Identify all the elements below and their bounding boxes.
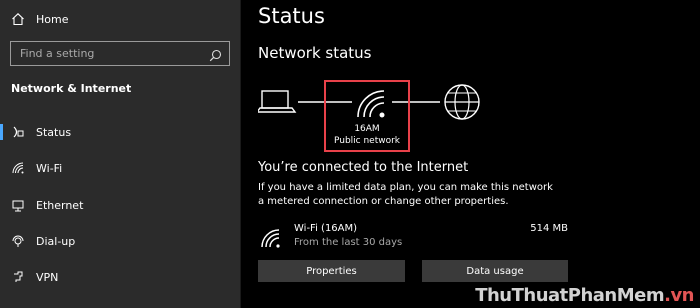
globe-icon: [444, 84, 480, 120]
sidebar-item-wifi[interactable]: Wi-Fi: [0, 150, 240, 186]
connection-description: If you have a limited data plan, you can…: [258, 182, 553, 207]
page-title: Status: [258, 4, 325, 28]
wifi-usage-icon: [260, 228, 282, 252]
sidebar-item-status[interactable]: Status: [0, 114, 240, 150]
usage-amount: 514 MB: [530, 223, 568, 234]
pane-divider: [240, 0, 241, 308]
wifi-icon: [10, 160, 26, 176]
sidebar-item-label: Ethernet: [36, 198, 84, 212]
dialup-icon: [10, 233, 26, 249]
watermark-text: ThuThuatPhanMem: [475, 285, 665, 306]
properties-button[interactable]: Properties: [258, 260, 405, 282]
sidebar-item-vpn[interactable]: VPN: [0, 259, 240, 295]
laptop-icon: [258, 90, 297, 113]
network-status-heading: Network status: [258, 44, 372, 62]
usage-network-name: Wi-Fi (16AM): [294, 223, 358, 234]
search-input[interactable]: Find a setting: [10, 41, 230, 66]
usage-period: From the last 30 days: [294, 237, 403, 248]
home-icon: [10, 11, 26, 27]
connection-status: You’re connected to the Internet: [258, 160, 469, 175]
search-icon: [209, 47, 222, 66]
ethernet-icon: [10, 197, 26, 213]
watermark: ThuThuatPhanMem.vn: [475, 285, 694, 306]
status-icon: [10, 124, 26, 140]
watermark-suffix: .vn: [664, 285, 694, 306]
sidebar-item-label: Home: [36, 12, 69, 26]
sidebar-item-label: Dial-up: [36, 234, 76, 248]
sidebar: Home Find a setting Network & Internet S…: [0, 0, 240, 308]
network-type: Public network: [333, 136, 401, 146]
sidebar-item-label: VPN: [36, 270, 59, 284]
sidebar-item-label: Status: [36, 125, 72, 139]
sidebar-item-ethernet[interactable]: Ethernet: [0, 187, 240, 223]
network-name: 16AM: [354, 124, 380, 134]
sidebar-item-label: Wi-Fi: [36, 161, 63, 175]
search-placeholder: Find a setting: [20, 47, 95, 60]
data-usage-button[interactable]: Data usage: [422, 260, 568, 282]
vpn-icon: [10, 269, 26, 285]
sidebar-item-home[interactable]: Home: [0, 1, 240, 37]
sidebar-item-dialup[interactable]: Dial-up: [0, 223, 240, 259]
section-title: Network & Internet: [11, 82, 132, 95]
